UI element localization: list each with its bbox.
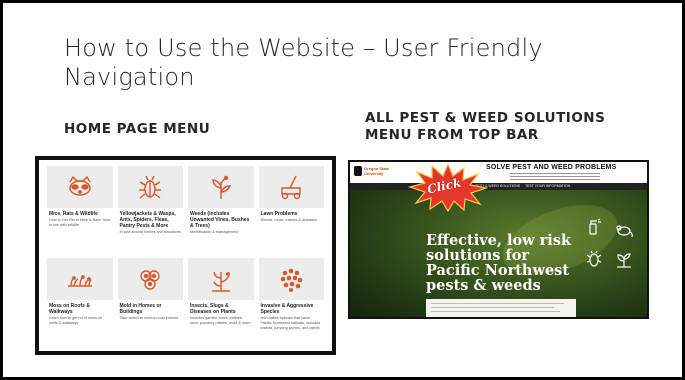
home-menu-screenshot: Mice, Rats & Wildlife How to Get Rid of M…: [35, 156, 336, 355]
card-image: [188, 258, 254, 300]
slide-title: How to Use the Website – User Friendly N…: [64, 34, 543, 91]
menu-card[interactable]: Mold in Homes or Buildings Take action to…: [117, 258, 183, 345]
home-menu-heading: Home page menu: [64, 121, 211, 137]
moss-icon: [67, 275, 92, 287]
card-image: [258, 166, 324, 208]
card-title: Mice, Rats & Wildlife: [49, 211, 98, 217]
osu-logo-text: Oregon State University: [364, 166, 390, 176]
raccoon-icon: [69, 175, 91, 196]
top-nav-bar: ALL PEST & WEED SOLUTIONS TEST YOUR INFO…: [350, 183, 647, 190]
card-image: [47, 166, 113, 208]
card-title: Yellowjackets & Wasps, Ants, Spiders, Fl…: [119, 211, 176, 229]
card-description: Learn how to get rid of moss on roofs & …: [49, 316, 103, 325]
menu-card[interactable]: Invasive & Aggressive Species Non-native …: [258, 258, 324, 345]
seedling-icon: [617, 253, 631, 268]
hero-info-panel: [426, 299, 576, 317]
site-tagline-lines: [510, 173, 600, 182]
card-title: Moss on Roofs & Walkways: [49, 303, 90, 315]
plant-disease-icon: [211, 271, 230, 292]
card-title: Lawn Problems: [260, 211, 298, 217]
pest-menu-heading: All Pest & Weed Solutions Menu from Top …: [365, 110, 606, 143]
card-image: [258, 258, 324, 300]
menu-card[interactable]: Yellowjackets & Wasps, Ants, Spiders, Fl…: [117, 166, 183, 253]
card-title: Mold in Homes or Buildings: [119, 303, 162, 315]
rodent-icon: [616, 225, 633, 238]
site-title: SOLVE PEST AND WEED PROBLEMS: [486, 164, 617, 171]
card-description: Includes garden, trees, edibles, lawn, p…: [190, 316, 251, 325]
card-image: [47, 258, 113, 300]
lawnmower-icon: [281, 175, 301, 200]
menu-card[interactable]: Mice, Rats & Wildlife How to Get Rid of M…: [47, 166, 113, 253]
card-description: Non-native species that harm Pacific Nor…: [260, 316, 321, 330]
weed-icon: [211, 175, 231, 199]
beetle-icon: [139, 175, 162, 199]
mold-icon: [140, 270, 160, 290]
pest-site-screenshot: Oregon State University SOLVE PEST AND W…: [348, 160, 649, 319]
osu-logo[interactable]: Oregon State University: [354, 165, 389, 179]
osu-shield-icon: [354, 166, 362, 176]
slide: How to Use the Website – User Friendly N…: [0, 0, 685, 380]
card-description: In and around homes and structures: [119, 230, 181, 234]
site-header: Oregon State University SOLVE PEST AND W…: [350, 162, 647, 183]
nav-test-your-information[interactable]: TEST YOUR INFORMATION: [525, 184, 570, 188]
card-description: Identification & management: [190, 230, 239, 234]
card-description: How to Get Rid of Mice & Rats: How to li…: [49, 218, 111, 227]
card-image: [117, 166, 183, 208]
hero-banner: Effective, low risk solutions for Pacifi…: [350, 190, 647, 317]
menu-card[interactable]: Moss on Roofs & Walkways Learn how to get…: [47, 258, 113, 345]
home-menu-grid: Mice, Rats & Wildlife How to Get Rid of M…: [47, 166, 324, 345]
card-title: Insects, Slugs & Diseases on Plants: [190, 303, 236, 315]
invasive-icon: [280, 268, 303, 292]
hero-headline-text: Effective, low risk solutions for Pacifi…: [426, 232, 572, 294]
hero-headline: Effective, low risk solutions for Pacifi…: [426, 233, 586, 293]
spray-icon: [589, 218, 601, 235]
menu-card[interactable]: Insects, Slugs & Diseases on Plants Inclu…: [188, 258, 254, 345]
card-description: Take action to control mold indoors: [119, 316, 179, 320]
card-title: Invasive & Aggressive Species: [260, 303, 314, 315]
bug-icon: [586, 250, 602, 267]
menu-card[interactable]: Lawn Problems Weeds, moss, insects & dise…: [258, 166, 324, 253]
card-title: Weeds (includes Unwanted Vines, Bushes &…: [190, 211, 250, 229]
card-description: Weeds, moss, insects & diseases: [260, 218, 317, 222]
menu-card[interactable]: Weeds (includes Unwanted Vines, Bushes &…: [188, 166, 254, 253]
card-image: [188, 166, 254, 208]
card-image: [117, 258, 183, 300]
